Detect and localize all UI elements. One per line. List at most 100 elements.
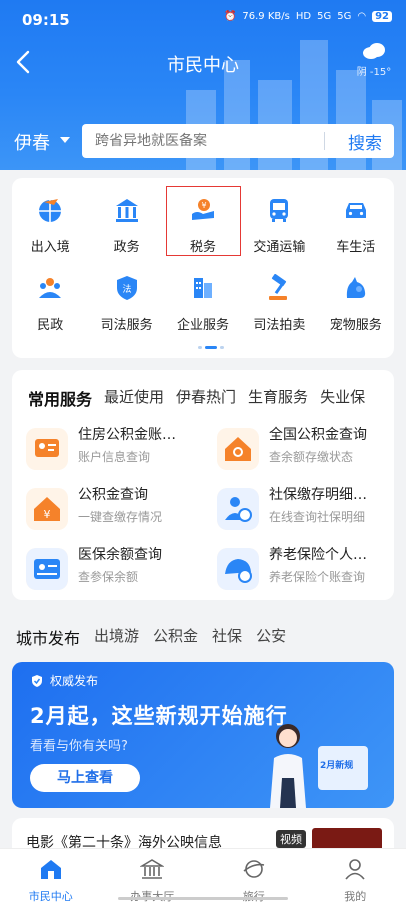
service-title: 医保余额查询 [78, 547, 162, 563]
battery-indicator: 92 [372, 11, 392, 22]
tab-outbound-travel[interactable]: 出境游 [94, 625, 139, 649]
common-services-card: 常用服务 最近使用 伊春热门 生育服务 失业保 住房公积金账… 账户信息查询 全… [12, 370, 394, 600]
tab-public-security[interactable]: 公安 [256, 625, 286, 649]
service-item-fund-query[interactable]: ¥ 公积金查询 一键查缴存情况 [12, 484, 203, 532]
nav-mine[interactable]: 我的 [305, 849, 406, 902]
pension-icon [217, 548, 259, 590]
status-time: 09:15 [22, 11, 70, 29]
grid-item-auction[interactable]: 司法拍卖 [241, 256, 317, 334]
service-grid-card: 出入境 政务 ¥ 税务 交通运输 车生活 民政 法 司法服务 企业服务 司法拍卖… [12, 178, 394, 358]
service-title: 全国公积金查询 [269, 427, 367, 443]
service-subtitle: 查余额存缴状态 [269, 450, 354, 464]
page-indicator [198, 346, 224, 349]
grid-item-label: 交通运输 [253, 240, 306, 255]
banner-subtitle: 看看与你有关吗? [30, 739, 128, 754]
tab-recent[interactable]: 最近使用 [104, 386, 164, 410]
service-subtitle: 养老保险个账查询 [269, 570, 366, 584]
search-divider [324, 132, 325, 150]
grid-item-civil-affairs[interactable]: 民政 [12, 256, 88, 334]
tab-common[interactable]: 常用服务 [28, 386, 92, 410]
tab-housing-fund[interactable]: 公积金 [153, 625, 198, 649]
service-item-social-security-detail[interactable]: 社保缴存明细… 在线查询社保明细 [203, 484, 394, 532]
banner-board-text: 2月新规 [320, 761, 354, 771]
user-icon [345, 859, 365, 880]
grid-item-label: 出入境 [30, 240, 70, 255]
travel-icon [243, 860, 264, 878]
enterprise-icon [193, 278, 212, 298]
video-tag: 视频 [276, 830, 306, 848]
banner-tag: 权威发布 [30, 672, 98, 689]
service-subtitle: 在线查询社保明细 [269, 510, 366, 524]
tab-unemployment[interactable]: 失业保 [320, 386, 365, 410]
selected-highlight [166, 186, 241, 256]
bottom-nav: 市民中心 办事大厅 旅行 我的 [0, 848, 406, 902]
service-title: 社保缴存明细… [269, 487, 367, 503]
service-tabs: 常用服务 最近使用 伊春热门 生育服务 失业保 [28, 386, 365, 410]
city-caret-icon[interactable] [60, 137, 70, 143]
grid-item-label: 司法服务 [100, 318, 153, 333]
house-search-icon [217, 428, 259, 470]
service-subtitle: 查参保余额 [78, 570, 139, 584]
nav-travel[interactable]: 旅行 [203, 849, 305, 902]
status-bar: 09:15 ⏰ 76.9 KB/s HD 5G 5G ◠ 92 [0, 0, 406, 40]
tab-yichun-hot[interactable]: 伊春热门 [176, 386, 236, 410]
grid-item-label: 政务 [113, 240, 140, 255]
car-icon [345, 203, 366, 218]
grid-item-transport[interactable]: 交通运输 [241, 178, 317, 256]
nav-service-hall[interactable]: 办事大厅 [102, 849, 204, 902]
news-banner[interactable]: 权威发布 2月起，这些新规开始施行 看看与你有关吗? 马上查看 2月新规 [12, 662, 394, 808]
search-box: 搜索 [82, 124, 394, 158]
banner-view-button[interactable]: 马上查看 [30, 764, 140, 792]
cloud-icon [363, 43, 385, 59]
grid-item-car-life[interactable]: 车生活 [318, 178, 394, 256]
service-title: 养老保险个人… [269, 547, 367, 563]
grid-item-exit-entry[interactable]: 出入境 [12, 178, 88, 256]
service-title: 公积金查询 [78, 487, 148, 503]
grid-item-enterprise[interactable]: 企业服务 [165, 256, 241, 334]
banner-title: 2月起，这些新规开始施行 [30, 704, 288, 728]
service-item-national-fund-query[interactable]: 全国公积金查询 查余额存缴状态 [203, 424, 394, 472]
verified-shield-icon [32, 674, 42, 687]
grid-item-label: 企业服务 [176, 318, 229, 333]
header: 09:15 ⏰ 76.9 KB/s HD 5G 5G ◠ 92 市民中心 阴 -… [0, 0, 406, 170]
service-item-housing-fund-account[interactable]: 住房公积金账… 账户信息查询 [12, 424, 203, 472]
svg-text:法: 法 [122, 283, 131, 295]
top-bar: 市民中心 阴 -15° [0, 40, 406, 86]
search-input[interactable] [95, 124, 315, 158]
nav-label: 我的 [344, 890, 367, 902]
grid-item-pet[interactable]: 宠物服务 [318, 256, 394, 334]
nav-citizen-center[interactable]: 市民中心 [0, 849, 102, 902]
home-icon [40, 860, 61, 879]
weather-widget[interactable]: 阴 -15° [354, 42, 394, 78]
weather-text: 阴 -15° [356, 67, 392, 78]
service-item-pension[interactable]: 养老保险个人… 养老保险个账查询 [203, 544, 394, 592]
tab-maternity[interactable]: 生育服务 [248, 386, 308, 410]
tab-social-security[interactable]: 社保 [212, 625, 242, 649]
page-title: 市民中心 [167, 55, 239, 76]
government-building-icon [115, 199, 138, 222]
presenter-illustration [270, 724, 306, 808]
nav-label: 市民中心 [28, 890, 73, 902]
grid-item-label: 车生活 [336, 240, 376, 255]
city-selector[interactable]: 伊春 [14, 129, 50, 155]
svg-text:¥: ¥ [44, 508, 51, 521]
grid-item-government[interactable]: 政务 [88, 178, 164, 256]
people-icon [39, 278, 62, 298]
law-shield-icon: 法 [116, 276, 137, 300]
gavel-icon [269, 273, 288, 300]
hd-label: HD [295, 11, 312, 22]
grid-item-judicial[interactable]: 法 司法服务 [88, 256, 164, 334]
house-yuan-icon: ¥ [26, 488, 68, 530]
banner-tag-text: 权威发布 [50, 674, 99, 688]
network-speed: 76.9 KB/s [242, 11, 290, 22]
wifi-icon: ◠ [357, 11, 367, 22]
news-tabs: 城市发布 出境游 公积金 社保 公安 [16, 625, 286, 649]
service-subtitle: 账户信息查询 [78, 450, 151, 464]
service-title: 住房公积金账… [78, 427, 176, 443]
service-item-medical-balance[interactable]: 医保余额查询 查参保余额 [12, 544, 203, 592]
search-button[interactable]: 搜索 [348, 129, 382, 154]
hall-icon [139, 859, 166, 879]
signal-5g-2: 5G [337, 11, 352, 22]
alarm-icon: ⏰ [223, 11, 237, 22]
tab-city-release[interactable]: 城市发布 [16, 625, 80, 649]
